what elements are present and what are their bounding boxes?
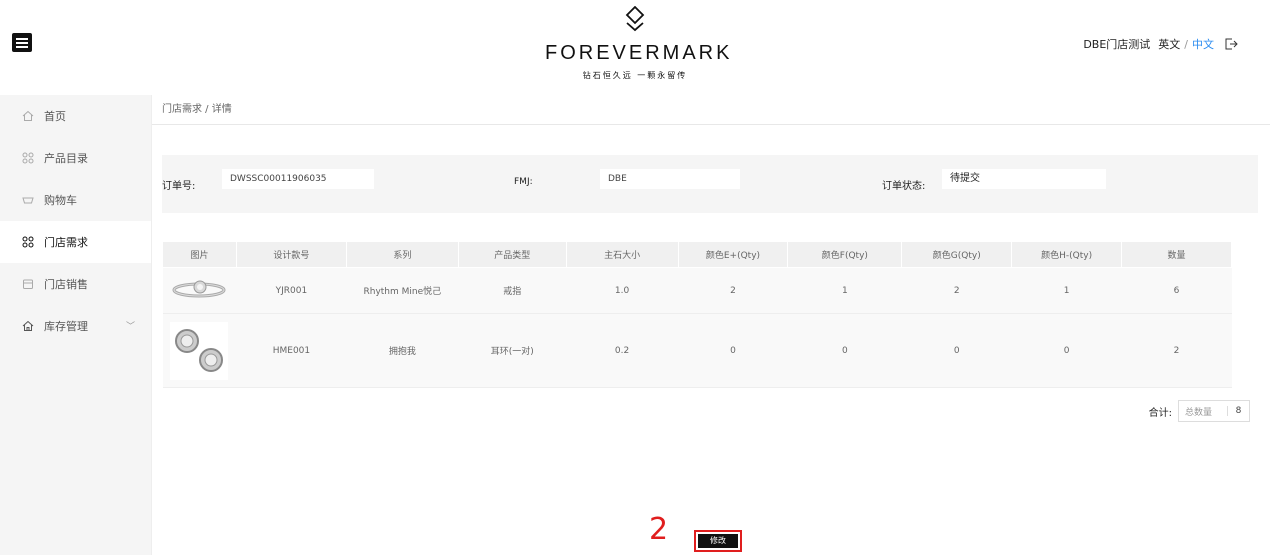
annotation-number: 2 [649,512,669,547]
main-content: 门店需求 / 详情 订单号: DWSSC00011906035 FMJ: DBE… [152,95,1270,555]
lang-zh-link[interactable]: 中文 [1192,36,1214,52]
brand-name: FOREVERMARK [545,42,733,64]
diamond-logo-icon [625,5,645,32]
table-cell-color-h: 0 [1011,313,1122,388]
table-cell-design: HME001 [236,313,347,388]
col-stone-size: 主石大小 [565,241,679,268]
modify-button[interactable]: 修改 [698,534,738,548]
table-cell-design: YJR001 [236,267,347,314]
total-summary: 合计: 总数量 8 [1149,400,1250,422]
grid-icon [22,236,34,248]
sidebar-item-cart[interactable]: 购物车 [0,179,151,221]
col-design: 设计款号 [235,241,347,268]
menu-toggle-icon[interactable] [12,33,34,53]
table-cell-color-h: 1 [1011,267,1122,314]
table-cell-image [162,267,237,314]
sidebar-item-label: 购物车 [44,194,77,207]
col-color-g: 颜色G(Qty) [901,241,1013,268]
col-color-e: 颜色E+(Qty) [677,241,789,268]
table-cell-size: 1.0 [566,267,679,314]
ring-image [172,280,226,298]
grid-icon [22,152,34,164]
total-quantity-field[interactable]: 总数量 8 [1178,400,1250,422]
order-status-label: 订单状态: [882,181,926,192]
lang-en-link[interactable]: 英文 [1158,36,1180,52]
table-cell-series: Rhythm Mine悦己 [346,267,459,314]
sidebar-item-catalog[interactable]: 产品目录 [0,137,151,179]
table-cell-qty: 6 [1121,267,1232,314]
order-info-bar: 订单号: DWSSC00011906035 FMJ: DBE 订单状态: 待提交 [162,155,1258,213]
sidebar-item-label: 首页 [44,110,66,123]
brand-tagline: 钻石恒久远 一颗永留传 [582,71,688,80]
table-row: YJR001 Rhythm Mine悦己 戒指 1.0 2 1 2 1 6 [162,267,1232,314]
lang-separator: / [1184,37,1188,51]
col-image: 图片 [162,241,237,268]
sidebar-item-store-demand[interactable]: 门店需求 [0,221,151,263]
demand-table: 图片 设计款号 系列 产品类型 主石大小 颜色E+(Qty) 颜色F(Qty) … [162,241,1232,388]
table-cell-color-e: 2 [678,267,788,314]
order-status-value: 待提交 [942,169,1106,189]
store-icon [23,279,33,289]
sidebar-item-label: 门店需求 [44,236,88,249]
order-no-value: DWSSC00011906035 [222,169,374,189]
order-no-label: 订单号: [162,181,196,192]
chevron-down-icon: ﹀ [125,322,135,332]
table-cell-color-f: 0 [787,313,902,388]
earring-image [170,321,229,380]
table-cell-color-e: 0 [678,313,788,388]
table-cell-size: 0.2 [566,313,679,388]
sidebar-item-label: 库存管理 [44,320,88,333]
table-cell-qty: 2 [1121,313,1232,388]
modify-button-highlight: 修改 [694,530,742,552]
table-cell-series: 拥抱我 [346,313,459,388]
sidebar: 首页 产品目录 购物车 门店需求 门店销售 库存管理 ﹀ [0,95,152,555]
home-icon [22,110,34,121]
table-cell-type: 戒指 [458,267,567,314]
table-header-row: 图片 设计款号 系列 产品类型 主石大小 颜色E+(Qty) 颜色F(Qty) … [162,241,1232,268]
cart-icon [22,197,34,204]
user-name: DBE门店测试 [1083,38,1151,51]
col-series: 系列 [345,241,459,268]
table-cell-type: 耳环(一对) [458,313,567,388]
brand-logo[interactable]: FOREVERMARK 钻石恒久远 一颗永留传 [545,5,733,81]
table-row: HME001 拥抱我 耳环(一对) 0.2 0 0 0 0 2 [162,313,1232,388]
total-placeholder: 总数量 [1185,407,1213,418]
sidebar-item-inventory[interactable]: 库存管理 ﹀ [0,305,151,347]
table-cell-image [162,313,237,388]
user-area: DBE门店测试 英文 / 中文 [1083,36,1238,52]
col-type: 产品类型 [457,241,567,268]
breadcrumb: 门店需求 / 详情 [152,95,1270,125]
fmj-value: DBE [600,169,740,189]
total-label: 合计: [1148,407,1172,419]
col-qty: 数量 [1121,241,1232,268]
table-cell-color-f: 1 [787,267,902,314]
house-icon [22,320,34,331]
total-value: 8 [1227,406,1249,416]
logout-icon[interactable] [1224,37,1238,51]
col-color-h: 颜色H-(Qty) [1011,241,1123,268]
table-cell-color-g: 0 [901,313,1012,388]
fmj-label: FMJ: [514,177,533,187]
sidebar-item-store-sales[interactable]: 门店销售 [0,263,151,305]
sidebar-item-label: 产品目录 [44,152,88,165]
header: FOREVERMARK 钻石恒久远 一颗永留传 DBE门店测试 英文 / 中文 [0,0,1270,95]
col-color-f: 颜色F(Qty) [787,241,903,268]
table-cell-color-g: 2 [901,267,1012,314]
sidebar-item-home[interactable]: 首页 [0,95,151,137]
sidebar-item-label: 门店销售 [44,278,88,291]
